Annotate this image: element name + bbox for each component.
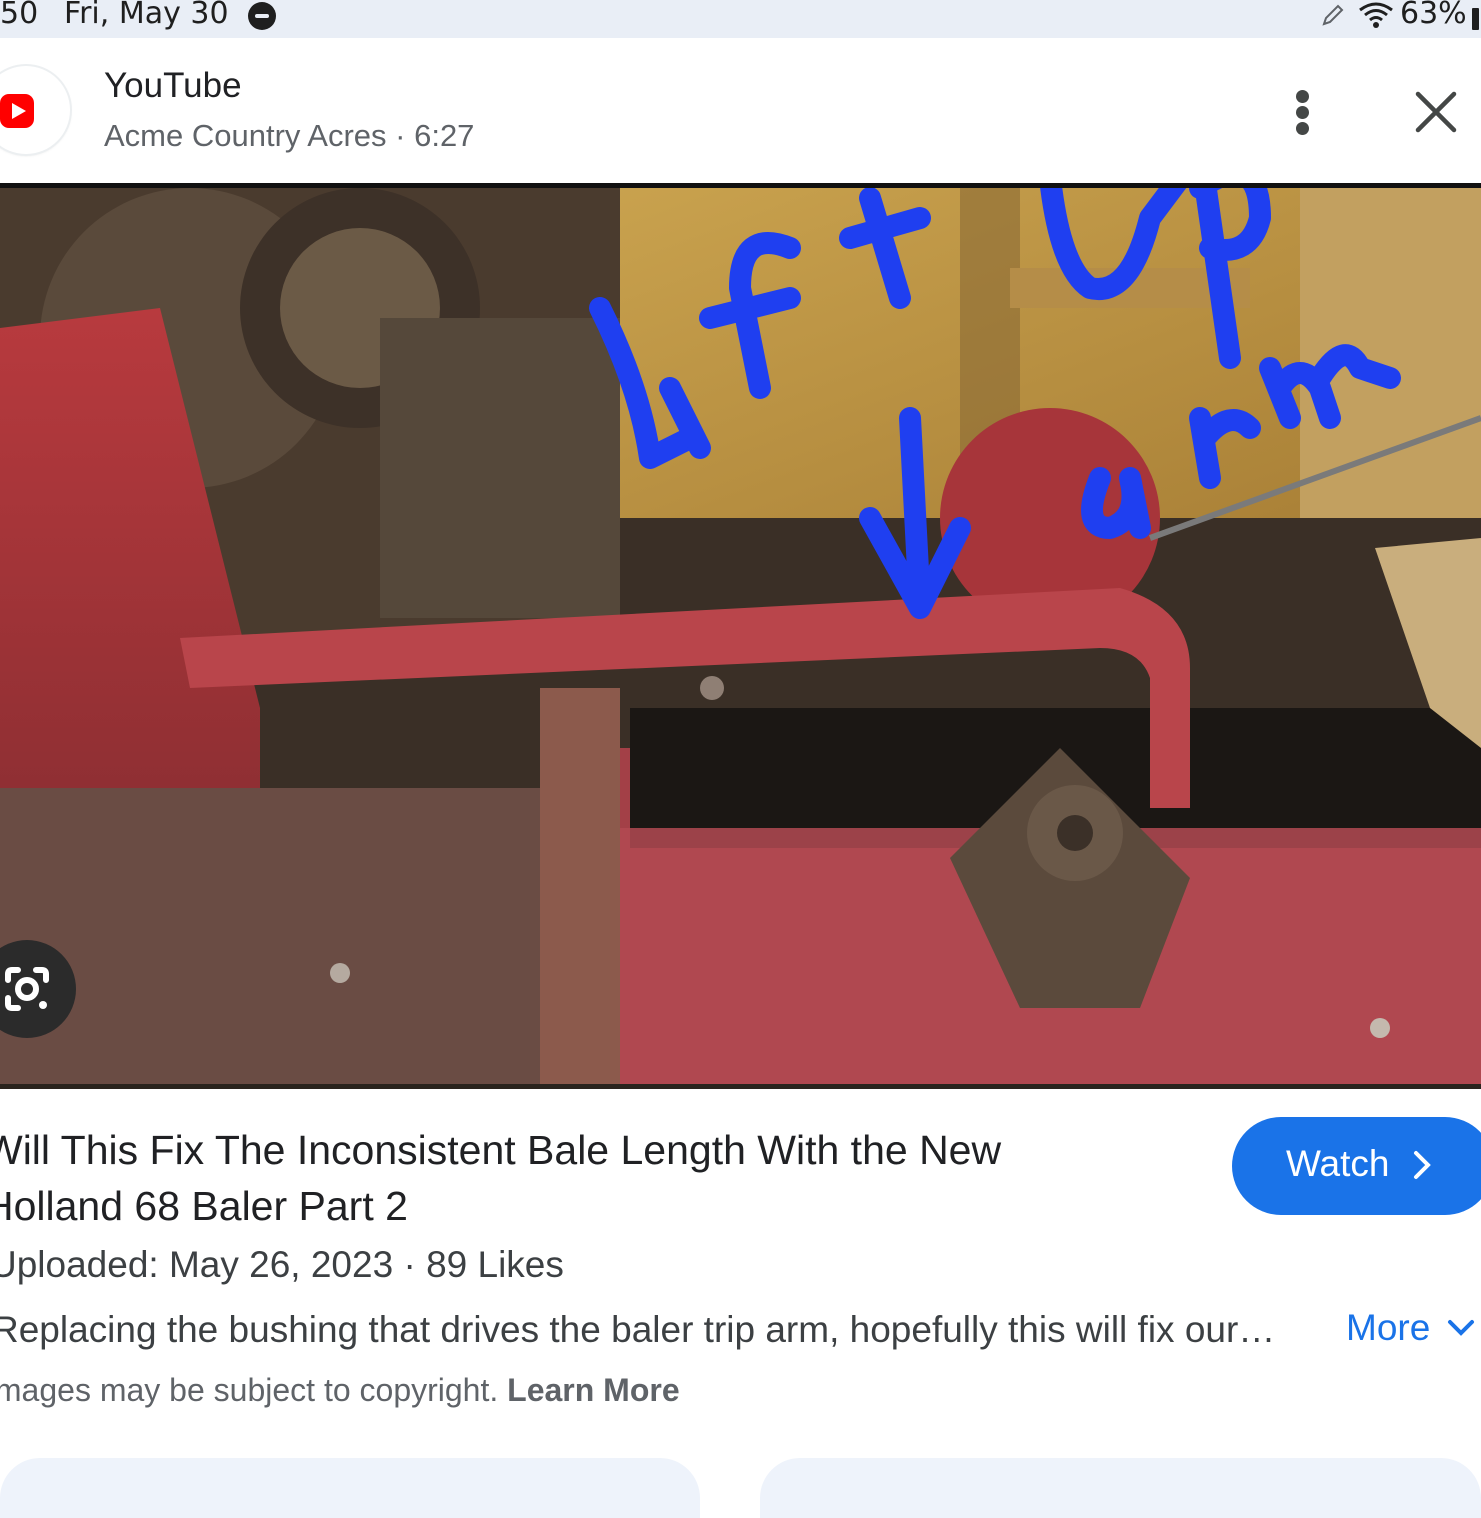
- video-description: Replacing the bushing that drives the ba…: [0, 1309, 1276, 1350]
- chevron-down-icon[interactable]: [1446, 1318, 1476, 1338]
- related-card[interactable]: [760, 1458, 1481, 1518]
- battery-percent: 63%: [1400, 0, 1467, 31]
- related-card[interactable]: [0, 1458, 700, 1518]
- baler-photo: [0, 188, 1481, 1084]
- preview-image[interactable]: [0, 183, 1481, 1089]
- copyright-notice: Images may be subject to copyright. Lear…: [0, 1372, 680, 1409]
- pen-icon: [1322, 4, 1344, 26]
- separator-dot: ·: [403, 1244, 427, 1285]
- likes-count: 89 Likes: [426, 1244, 564, 1285]
- battery-icon: [1472, 8, 1479, 30]
- dot-icon: [1296, 106, 1309, 119]
- video-title[interactable]: Will This Fix The Inconsistent Bale Leng…: [0, 1122, 1144, 1234]
- lens-camera-icon: [5, 967, 49, 1011]
- close-icon: [1415, 91, 1457, 133]
- watch-button[interactable]: Watch: [1232, 1117, 1481, 1215]
- dot-icon: [1296, 122, 1309, 135]
- source-logo[interactable]: [0, 66, 70, 154]
- source-name[interactable]: YouTube: [104, 66, 242, 106]
- upload-date: Uploaded: May 26, 2023: [0, 1244, 394, 1285]
- watch-label: Watch: [1286, 1143, 1390, 1184]
- do-not-disturb-icon: [248, 2, 276, 30]
- more-options-button[interactable]: [1286, 86, 1320, 138]
- source-meta: Acme Country Acres · 6:27: [104, 118, 475, 153]
- chevron-right-icon: [1414, 1151, 1431, 1179]
- google-lens-button[interactable]: [0, 940, 76, 1038]
- close-button[interactable]: [1410, 86, 1462, 138]
- status-time: 50: [0, 0, 39, 31]
- status-bar: 50 Fri, May 30 63%: [0, 0, 1481, 38]
- more-button[interactable]: More: [1346, 1307, 1430, 1349]
- copyright-text: Images may be subject to copyright.: [0, 1372, 499, 1408]
- status-date: Fri, May 30: [64, 0, 229, 31]
- wifi-icon: [1359, 2, 1393, 28]
- dot-icon: [1296, 90, 1309, 103]
- learn-more-link[interactable]: Learn More: [507, 1372, 679, 1408]
- youtube-logo-icon: [0, 94, 34, 128]
- upload-info: Uploaded: May 26, 2023 · 89 Likes: [0, 1244, 564, 1286]
